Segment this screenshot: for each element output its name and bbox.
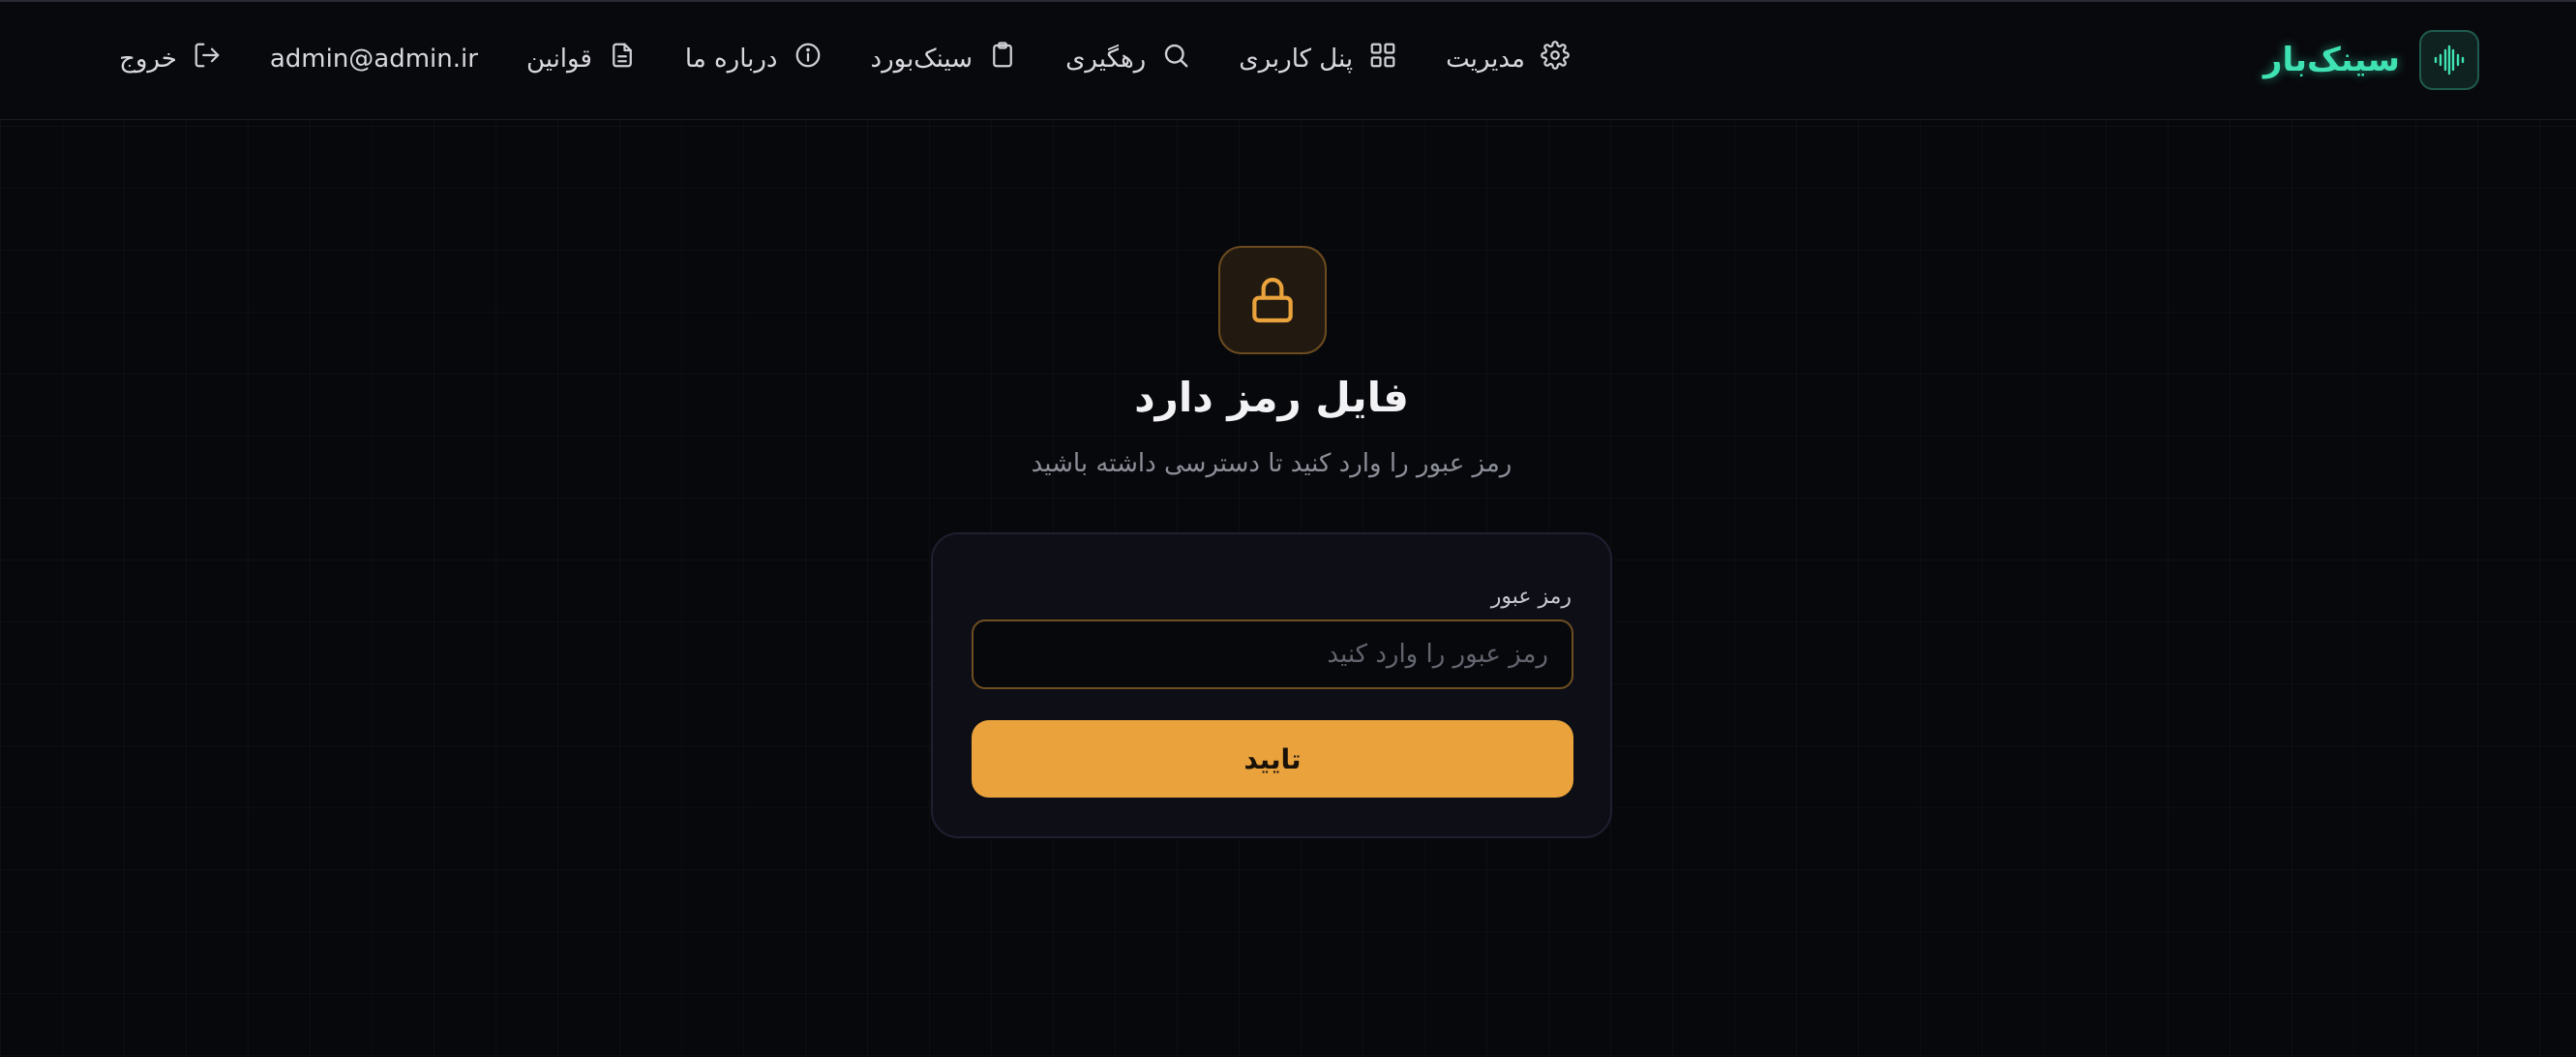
user-email: admin@admin.ir — [269, 44, 478, 74]
clipboard-icon — [988, 41, 1017, 76]
nav-item-label: مدیریت — [1446, 44, 1525, 74]
nav-item-syncboard[interactable]: سینک‌بورد — [871, 41, 1018, 76]
info-icon — [794, 41, 823, 76]
submit-button[interactable]: تایید — [972, 720, 1573, 798]
nav-item-rules[interactable]: قوانین — [526, 41, 637, 76]
top-navbar: سینک‌بار مدیریت — [0, 2, 2576, 120]
page-subtitle: رمز عبور را وارد کنید تا دسترسی داشته با… — [1031, 449, 1513, 478]
gear-icon — [1541, 41, 1570, 76]
nav-item-label: سینک‌بورد — [870, 44, 973, 74]
brand-name: سینک‌بار — [2262, 41, 2400, 79]
brand[interactable]: سینک‌بار — [2263, 30, 2479, 90]
nav-item-tracking[interactable]: رهگیری — [1065, 41, 1190, 76]
nav-item-label: قوانین — [525, 44, 592, 74]
page: سینک‌بار مدیریت — [0, 0, 2576, 1057]
password-input[interactable] — [972, 619, 1573, 689]
password-form-card: رمز عبور تایید — [931, 532, 1612, 838]
lock-icon — [1218, 246, 1327, 354]
search-icon — [1161, 41, 1190, 76]
nav-item-admin[interactable]: مدیریت — [1446, 41, 1570, 76]
main-content: فایل رمز دارد رمز عبور را وارد کنید تا د… — [0, 120, 2576, 1057]
grid-icon — [1368, 41, 1397, 76]
nav-item-user-panel[interactable]: پنل کاربری — [1239, 41, 1397, 76]
nav-item-label: درباره ما — [684, 44, 778, 74]
waveform-icon — [2419, 30, 2479, 90]
nav-item-label: رهگیری — [1065, 44, 1147, 74]
logout-label: خروج — [119, 44, 177, 74]
password-label: رمز عبور — [1490, 585, 1572, 609]
document-icon — [608, 41, 637, 76]
nav-item-about[interactable]: درباره ما — [685, 41, 823, 76]
logout-icon — [193, 41, 222, 76]
page-title: فایل رمز دارد — [1134, 374, 1409, 421]
nav-item-label: پنل کاربری — [1239, 44, 1354, 74]
main-nav: مدیریت پنل کاربری — [119, 41, 1570, 76]
logout-button[interactable]: خروج — [119, 41, 222, 76]
